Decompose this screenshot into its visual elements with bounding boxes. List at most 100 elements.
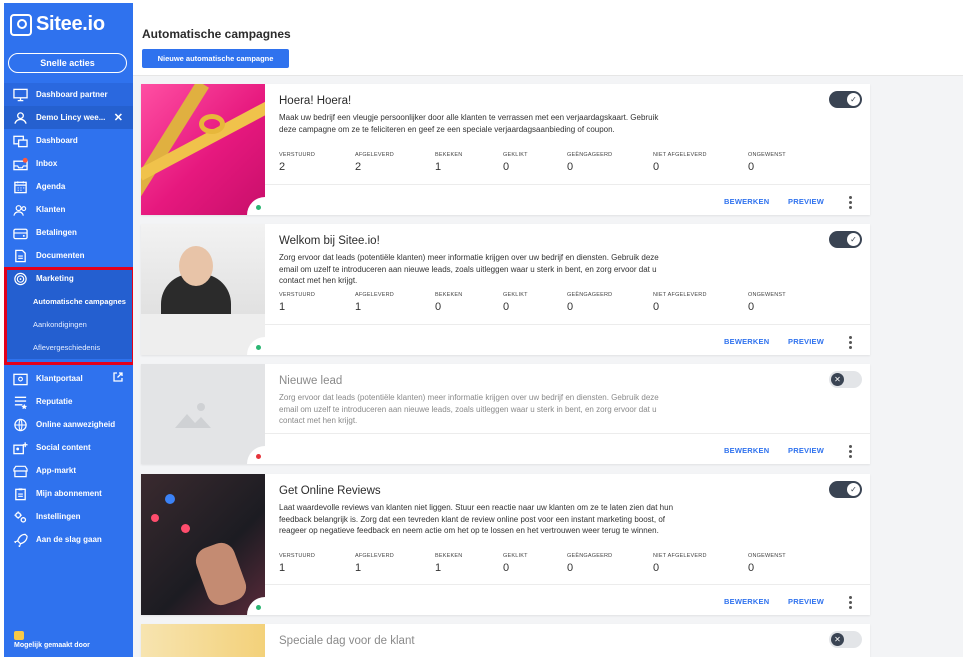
campaign-toggle[interactable]: ✓ bbox=[829, 231, 862, 248]
stat-label: NIET AFGELEVERD bbox=[653, 292, 707, 298]
stat-label: VERSTUURD bbox=[279, 292, 316, 298]
sidebar-item-social-content[interactable]: Social content bbox=[4, 436, 133, 459]
sidebar-item-label: Documenten bbox=[36, 251, 85, 260]
stat-5: NIET AFGELEVERD 0 bbox=[653, 152, 723, 173]
stat-label: GEKLIKT bbox=[503, 292, 528, 298]
stat-value: 0 bbox=[503, 301, 510, 313]
sidebar-item-klanten[interactable]: Klanten bbox=[4, 198, 133, 221]
sidebar-item-aan-de-slag-gaan[interactable]: Aan de slag gaan bbox=[4, 528, 133, 551]
reputation-icon bbox=[12, 395, 28, 409]
sidebar-item-instellingen[interactable]: Instellingen bbox=[4, 505, 133, 528]
external-link-icon[interactable] bbox=[113, 372, 123, 384]
close-icon[interactable]: ✕ bbox=[114, 111, 123, 124]
quick-actions-button[interactable]: Snelle acties bbox=[8, 53, 127, 73]
campaign-toggle[interactable]: ✓ bbox=[829, 91, 862, 108]
sidebar-item-online-aanwezigheid[interactable]: Online aanwezigheid bbox=[4, 413, 133, 436]
inbox-icon bbox=[12, 157, 28, 171]
sidebar-item-agenda[interactable]: Agenda bbox=[4, 175, 133, 198]
sidebar-item-label: App-markt bbox=[36, 466, 77, 475]
brand-logo[interactable]: Sitee.io bbox=[10, 13, 105, 36]
card-divider bbox=[265, 433, 870, 434]
more-options-icon[interactable] bbox=[849, 336, 852, 349]
new-campaign-button[interactable]: Nieuwe automatische campagne bbox=[142, 49, 289, 68]
sidebar-item-label: Dashboard partner bbox=[36, 90, 108, 99]
stat-value: 1 bbox=[435, 562, 442, 574]
preview-button[interactable]: PREVIEW bbox=[788, 337, 824, 346]
stat-value: 0 bbox=[748, 562, 755, 574]
globe-icon bbox=[12, 418, 28, 432]
sidebar-item-inbox[interactable]: Inbox bbox=[4, 152, 133, 175]
stat-value: 1 bbox=[435, 161, 442, 173]
preview-button[interactable]: PREVIEW bbox=[788, 446, 824, 455]
sidebar-item-label: Inbox bbox=[36, 159, 58, 168]
stat-value: 0 bbox=[653, 301, 660, 313]
more-options-icon[interactable] bbox=[849, 445, 852, 458]
page-header: Automatische campagnes Nieuwe automatisc… bbox=[133, 3, 963, 76]
campaign-toggle[interactable]: ✕ bbox=[829, 631, 862, 648]
preview-button[interactable]: PREVIEW bbox=[788, 597, 824, 606]
edit-button[interactable]: BEWERKEN bbox=[724, 197, 769, 206]
wallet-icon bbox=[12, 226, 28, 240]
stat-value: 2 bbox=[355, 161, 362, 173]
stat-2: BEKEKEN 1 bbox=[435, 553, 505, 574]
status-dot bbox=[256, 205, 261, 210]
stat-1: AFGELEVERD 1 bbox=[355, 292, 425, 313]
sidebar-item-documenten[interactable]: Documenten bbox=[4, 244, 133, 267]
sidebar-item-betalingen[interactable]: Betalingen bbox=[4, 221, 133, 244]
stat-3: GEKLIKT 0 bbox=[503, 152, 573, 173]
edit-button[interactable]: BEWERKEN bbox=[724, 337, 769, 346]
edit-button[interactable]: BEWERKEN bbox=[724, 446, 769, 455]
stat-value: 1 bbox=[355, 562, 362, 574]
sidebar-item-dashboard-partner[interactable]: Dashboard partner bbox=[4, 83, 133, 106]
stat-value: 0 bbox=[567, 301, 574, 313]
sidebar-item-mijn-abonnement[interactable]: Mijn abonnement bbox=[4, 482, 133, 505]
campaign-card: Get Online Reviews Laat waardevolle revie… bbox=[141, 474, 870, 615]
sidebar-item-dashboard[interactable]: Dashboard bbox=[4, 129, 133, 152]
campaign-toggle[interactable]: ✓ bbox=[829, 481, 862, 498]
close-icon: ✕ bbox=[831, 373, 844, 386]
check-icon: ✓ bbox=[847, 483, 860, 496]
brand-name: Sitee.io bbox=[36, 13, 105, 35]
edit-button[interactable]: BEWERKEN bbox=[724, 597, 769, 606]
campaign-thumbnail bbox=[141, 364, 265, 464]
sidebar-item-account[interactable]: Demo Lincy wee... ✕ bbox=[4, 106, 133, 129]
preview-button[interactable]: PREVIEW bbox=[788, 197, 824, 206]
stat-2: BEKEKEN 1 bbox=[435, 152, 505, 173]
card-divider bbox=[265, 324, 870, 325]
clipboard-icon bbox=[12, 487, 28, 501]
close-icon: ✕ bbox=[831, 633, 844, 646]
stat-3: GEKLIKT 0 bbox=[503, 553, 573, 574]
stat-label: VERSTUURD bbox=[279, 152, 316, 158]
stat-value: 0 bbox=[653, 562, 660, 574]
sidebar-item-label: Instellingen bbox=[36, 512, 81, 521]
stat-label: VERSTUURD bbox=[279, 553, 316, 559]
card-divider bbox=[265, 184, 870, 185]
stat-1: AFGELEVERD 1 bbox=[355, 553, 425, 574]
campaign-thumbnail bbox=[141, 624, 265, 657]
sidebar-item-reputatie[interactable]: Reputatie bbox=[4, 390, 133, 413]
stat-1: AFGELEVERD 2 bbox=[355, 152, 425, 173]
stat-label: GEKLIKT bbox=[503, 152, 528, 158]
sidebar-item-app-markt[interactable]: App-markt bbox=[4, 459, 133, 482]
more-options-icon[interactable] bbox=[849, 196, 852, 209]
campaign-toggle[interactable]: ✕ bbox=[829, 371, 862, 388]
document-icon bbox=[12, 249, 28, 263]
stat-value: 0 bbox=[503, 562, 510, 574]
campaign-title: Nieuwe lead bbox=[279, 375, 343, 387]
stat-label: ONGEWENST bbox=[748, 292, 786, 298]
stat-value: 0 bbox=[503, 161, 510, 173]
stat-label: NIET AFGELEVERD bbox=[653, 553, 707, 559]
stat-5: NIET AFGELEVERD 0 bbox=[653, 292, 723, 313]
campaign-card: Welkom bij Sitee.io! Zorg ervoor dat lead… bbox=[141, 224, 870, 355]
more-options-icon[interactable] bbox=[849, 596, 852, 609]
campaign-description: Zorg ervoor dat leads (potentiële klante… bbox=[279, 393, 659, 425]
stat-3: GEKLIKT 0 bbox=[503, 292, 573, 313]
logo-icon bbox=[10, 13, 32, 36]
stat-value: 0 bbox=[435, 301, 442, 313]
users-icon bbox=[12, 203, 28, 217]
sidebar-item-label: Online aanwezigheid bbox=[36, 420, 116, 429]
sidebar-item-label: Betalingen bbox=[36, 228, 77, 237]
stat-value: 0 bbox=[748, 161, 755, 173]
sidebar-item-klantportaal[interactable]: Klantportaal bbox=[4, 367, 133, 390]
portal-icon bbox=[12, 372, 28, 386]
